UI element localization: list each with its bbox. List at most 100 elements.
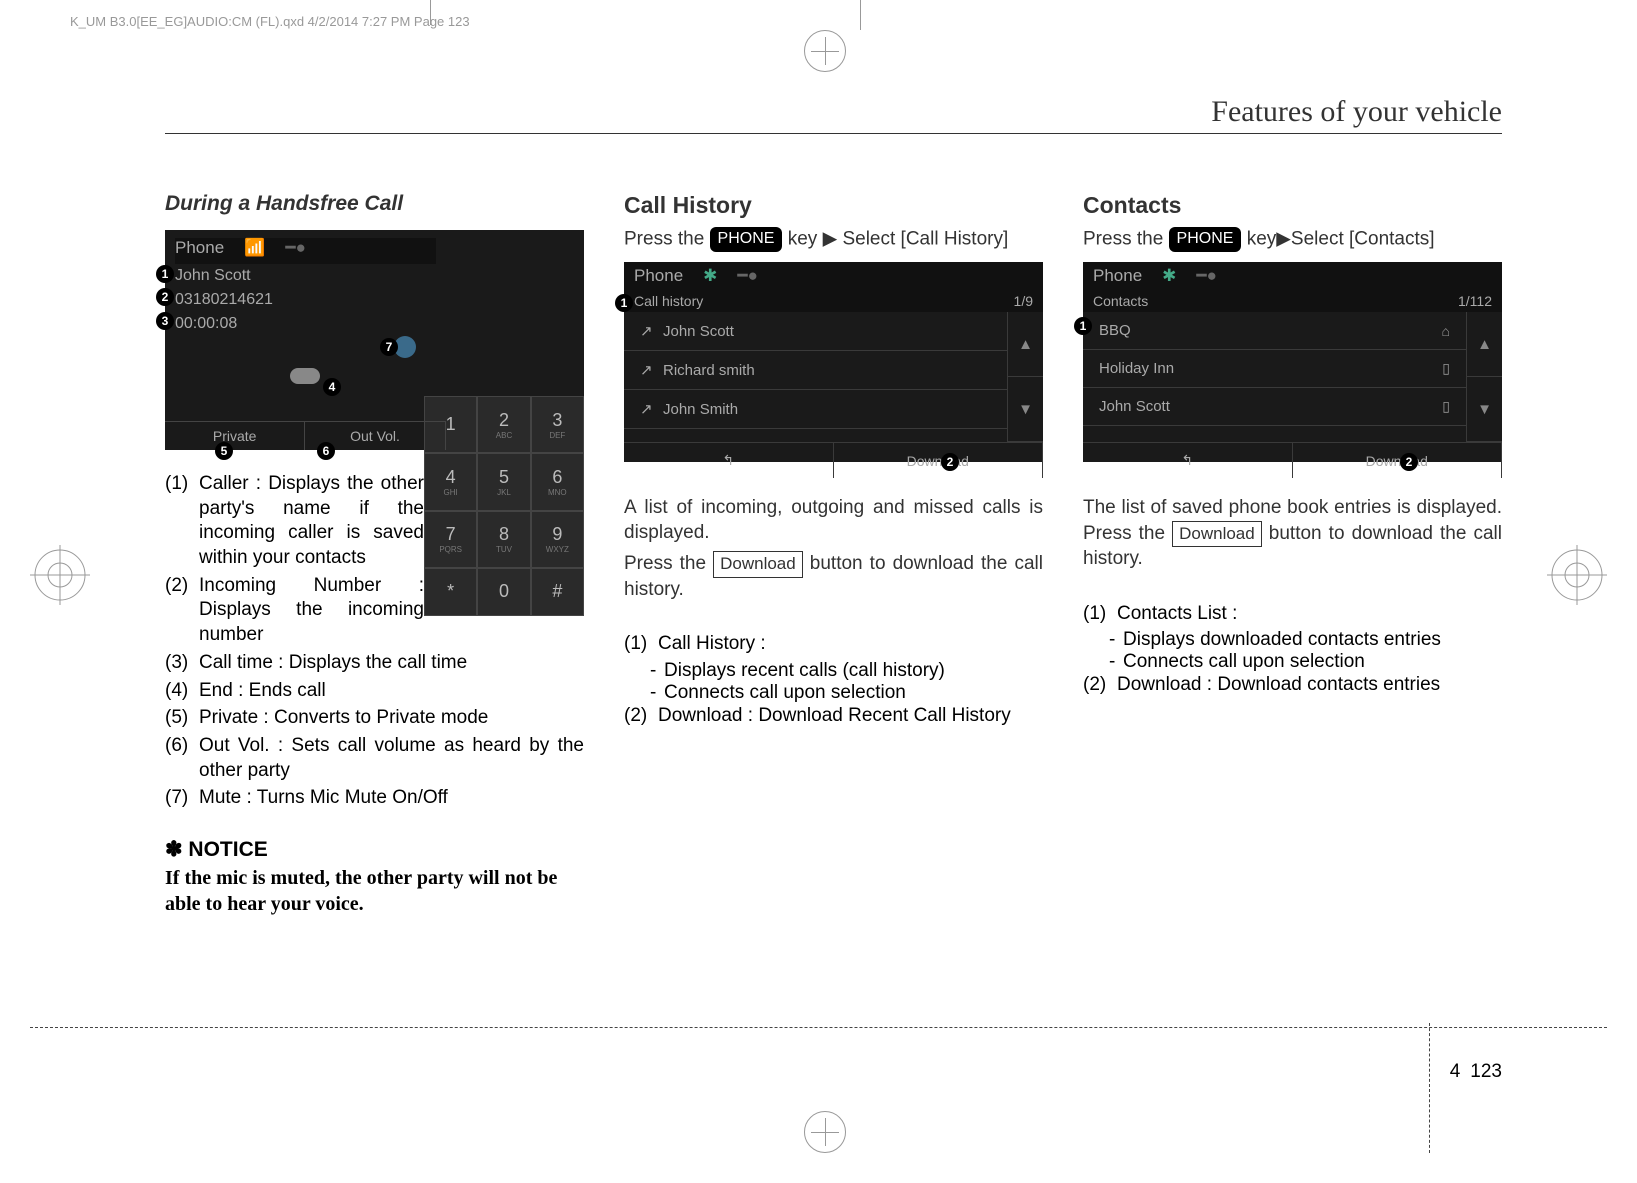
call-history-legend: (1)Call History : -Displays recent calls…: [624, 632, 1043, 728]
end-icon: [290, 368, 320, 384]
contacts-screenshot: Phone✱━● Contacts1/112 BBQ⌂ Holiday Inn▯…: [1083, 262, 1502, 462]
crop-mark: [860, 0, 861, 30]
item-text: Contacts List :: [1117, 602, 1237, 627]
registration-mark-top: [804, 30, 846, 72]
incoming-number: 03180214621: [175, 288, 436, 312]
outgoing-icon: ↗: [640, 322, 655, 337]
item-text: Incoming Number : Displays the incoming …: [199, 574, 424, 648]
list-item: Holiday Inn▯: [1083, 350, 1466, 388]
private-button: Private: [165, 421, 305, 450]
page-number: 123: [1470, 1061, 1502, 1083]
item-text: Private : Converts to Private mode: [199, 706, 488, 731]
list-footer: ↰ Download: [624, 442, 1043, 478]
signal-icon: 📶: [244, 238, 265, 258]
callout-3: 3: [156, 312, 174, 330]
contacts-screenshot-wrap: Phone✱━● Contacts1/112 BBQ⌂ Holiday Inn▯…: [1083, 262, 1502, 462]
key-9: 9WXYZ: [531, 511, 584, 568]
contacts-list: BBQ⌂ Holiday Inn▯ John Scott▯: [1083, 312, 1466, 442]
callout-1: 1: [615, 294, 633, 312]
phone-key-label: PHONE: [710, 227, 783, 252]
scroll-down-icon: ▼: [1467, 377, 1502, 442]
item-num: (1): [165, 472, 199, 571]
column-contacts: Contacts Press the PHONE key▶Select [Con…: [1083, 192, 1502, 917]
list-item: ↗John Smith: [624, 390, 1007, 429]
scroll-down-icon: ▼: [1008, 377, 1043, 442]
desc-line: A list of incoming, outgoing and missed …: [624, 496, 1043, 545]
running-head: Features of your vehicle: [165, 95, 1502, 134]
item-num: (2): [1083, 673, 1117, 698]
item-text: Call History :: [658, 632, 766, 657]
callout-1: 1: [156, 265, 174, 283]
item-text: Download : Download Recent Call History: [658, 704, 1011, 729]
list-item: John Scott▯: [1083, 388, 1466, 426]
crop-mark: [430, 0, 431, 25]
page-footer: 4 123: [165, 1061, 1502, 1083]
column-handsfree: During a Handsfree Call Phone📶━● John Sc…: [165, 192, 584, 917]
mobile-icon: ▯: [1442, 360, 1450, 377]
back-button: ↰: [1083, 443, 1293, 478]
list-item: ↗Richard smith: [624, 351, 1007, 390]
item-text: Caller : Displays the other party's name…: [199, 472, 424, 571]
columns: During a Handsfree Call Phone📶━● John Sc…: [165, 192, 1502, 917]
registration-target-left: [30, 545, 90, 605]
list-item: BBQ⌂: [1083, 312, 1466, 350]
scroll-up-icon: ▲: [1467, 312, 1502, 377]
callout-2: 2: [941, 453, 959, 471]
phone-key-label: PHONE: [1169, 227, 1242, 252]
call-list: ↗John Scott ↗Richard smith ↗John Smith: [624, 312, 1007, 442]
section-title: Contacts: [1083, 192, 1502, 219]
footer-dashed-vertical: [1429, 1023, 1430, 1153]
bt-icon: ✱: [1162, 266, 1176, 286]
phone-title: Phone: [1093, 266, 1142, 286]
download-button: Download: [834, 443, 1044, 478]
handsfree-screenshot: Phone📶━● John Scott 03180214621 00:00:08…: [165, 230, 584, 450]
column-call-history: Call History Press the PHONE key ▶ Selec…: [624, 192, 1043, 917]
item-text: End : Ends call: [199, 679, 326, 704]
scrollbar: ▲ ▼: [1466, 312, 1502, 442]
intro-line: Press the PHONE key ▶ Select [Call Histo…: [624, 227, 1043, 252]
section-title: During a Handsfree Call: [165, 192, 584, 216]
download-button: Download: [1293, 443, 1503, 478]
scroll-up-icon: ▲: [1008, 312, 1043, 377]
item-num: (3): [165, 651, 199, 676]
page-content: Features of your vehicle During a Handsf…: [165, 95, 1502, 875]
sub-text: Displays recent calls (call history): [664, 660, 945, 682]
sub-text: Connects call upon selection: [664, 682, 906, 704]
callout-2: 2: [1400, 453, 1418, 471]
subheader: Contacts: [1093, 293, 1148, 309]
list-footer: ↰ Download: [1083, 442, 1502, 478]
subheader: Call history: [634, 293, 703, 309]
sub-text: Displays downloaded contacts entries: [1123, 629, 1441, 651]
intro-line: Press the PHONE key▶Select [Contacts]: [1083, 227, 1502, 252]
notice-header: ✽ NOTICE: [165, 837, 584, 862]
item-num: (2): [624, 704, 658, 729]
key-5: 5JKL: [477, 453, 530, 510]
key-4: 4GHI: [424, 453, 477, 510]
callout-6: 6: [317, 442, 335, 460]
key-hash: #: [531, 568, 584, 616]
home-icon: ⌂: [1442, 323, 1450, 339]
item-text: Out Vol. : Sets call volume as heard by …: [199, 734, 584, 783]
desc-line: The list of saved phone book entries is …: [1083, 496, 1502, 571]
notice-text: If the mic is muted, the other party wil…: [165, 866, 584, 917]
key-2: 2ABC: [477, 396, 530, 453]
key-star: *: [424, 568, 477, 616]
mobile-icon: ▯: [1442, 398, 1450, 415]
callout-7: 7: [380, 338, 398, 356]
back-icon: ↰: [722, 452, 734, 469]
call-history-screenshot-wrap: Phone✱━● Call history1/9 ↗John Scott ↗Ri…: [624, 262, 1043, 462]
item-text: Download : Download contacts entries: [1117, 673, 1440, 698]
registration-target-right: [1547, 545, 1607, 605]
back-icon: ↰: [1181, 452, 1193, 469]
call-history-screenshot: Phone✱━● Call history1/9 ↗John Scott ↗Ri…: [624, 262, 1043, 462]
scrollbar: ▲ ▼: [1007, 312, 1043, 442]
outgoing-icon: ↗: [640, 361, 655, 376]
callout-1: 1: [1074, 317, 1092, 335]
key-3: 3DEF: [531, 396, 584, 453]
section-title: Call History: [624, 192, 1043, 219]
phone-title: Phone: [634, 266, 683, 286]
sub-text: Connects call upon selection: [1123, 651, 1365, 673]
outgoing-icon: ↗: [640, 400, 655, 415]
volume-icon: ━●: [1196, 266, 1217, 286]
key-0: 0: [477, 568, 530, 616]
